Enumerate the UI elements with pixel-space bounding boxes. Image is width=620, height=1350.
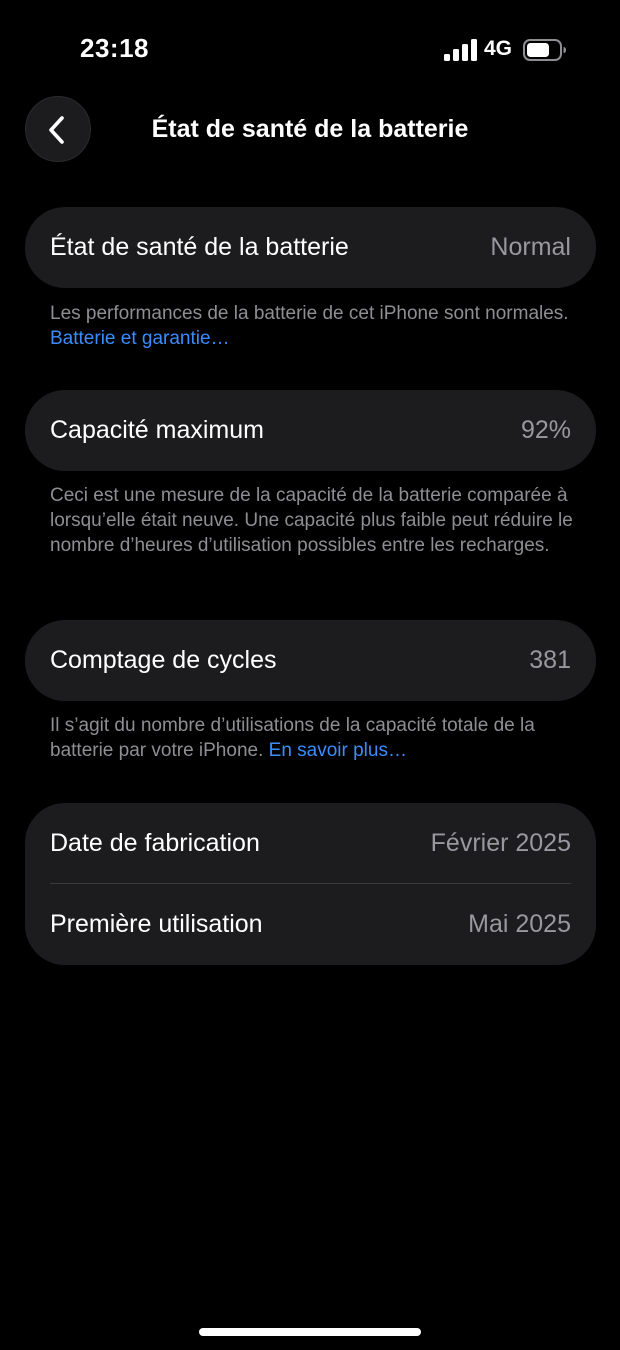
cellular-signal-icon xyxy=(444,39,477,61)
battery-level-fill xyxy=(527,43,549,57)
cycle-count-card: Comptage de cycles 381 xyxy=(25,620,596,701)
cycle-count-label: Comptage de cycles xyxy=(50,646,277,674)
battery-warranty-link[interactable]: Batterie et garantie… xyxy=(50,328,230,349)
battery-health-footnote: Les performances de la batterie de cet i… xyxy=(50,301,580,351)
maximum-capacity-value: 92% xyxy=(520,416,571,444)
network-type-label: 4G xyxy=(484,37,513,60)
cycle-count-footnote: Il s’agit du nombre d’utilisations de la… xyxy=(50,713,580,763)
cycle-count-value: 381 xyxy=(529,646,571,674)
first-use-row: Première utilisation Mai 2025 xyxy=(25,884,596,965)
learn-more-link[interactable]: En savoir plus… xyxy=(269,740,407,761)
battery-health-label: État de santé de la batterie xyxy=(50,233,349,261)
battery-health-value: Normal xyxy=(490,233,571,261)
home-indicator[interactable] xyxy=(199,1328,421,1336)
battery-icon xyxy=(523,39,566,61)
first-use-value: Mai 2025 xyxy=(468,910,571,938)
cycle-count-row: Comptage de cycles 381 xyxy=(25,620,596,701)
status-time: 23:18 xyxy=(80,33,149,63)
status-bar: 23:18 4G xyxy=(0,0,620,100)
maximum-capacity-row: Capacité maximum 92% xyxy=(25,390,596,471)
battery-health-footnote-text: Les performances de la batterie de cet i… xyxy=(50,303,569,324)
maximum-capacity-label: Capacité maximum xyxy=(50,416,264,444)
manufacture-date-row: Date de fabrication Février 2025 xyxy=(25,803,596,884)
battery-health-row[interactable]: État de santé de la batterie Normal xyxy=(25,207,596,288)
maximum-capacity-footnote: Ceci est une mesure de la capacité de la… xyxy=(50,485,573,556)
battery-dates-card: Date de fabrication Février 2025 Premièr… xyxy=(25,803,596,965)
navigation-bar: État de santé de la batterie xyxy=(0,95,620,165)
manufacture-date-label: Date de fabrication xyxy=(50,829,260,857)
maximum-capacity-card: Capacité maximum 92% xyxy=(25,390,596,471)
battery-health-card: État de santé de la batterie Normal xyxy=(25,207,596,288)
manufacture-date-value: Février 2025 xyxy=(430,829,571,857)
page-title: État de santé de la batterie xyxy=(151,115,469,143)
first-use-label: Première utilisation xyxy=(50,910,263,938)
